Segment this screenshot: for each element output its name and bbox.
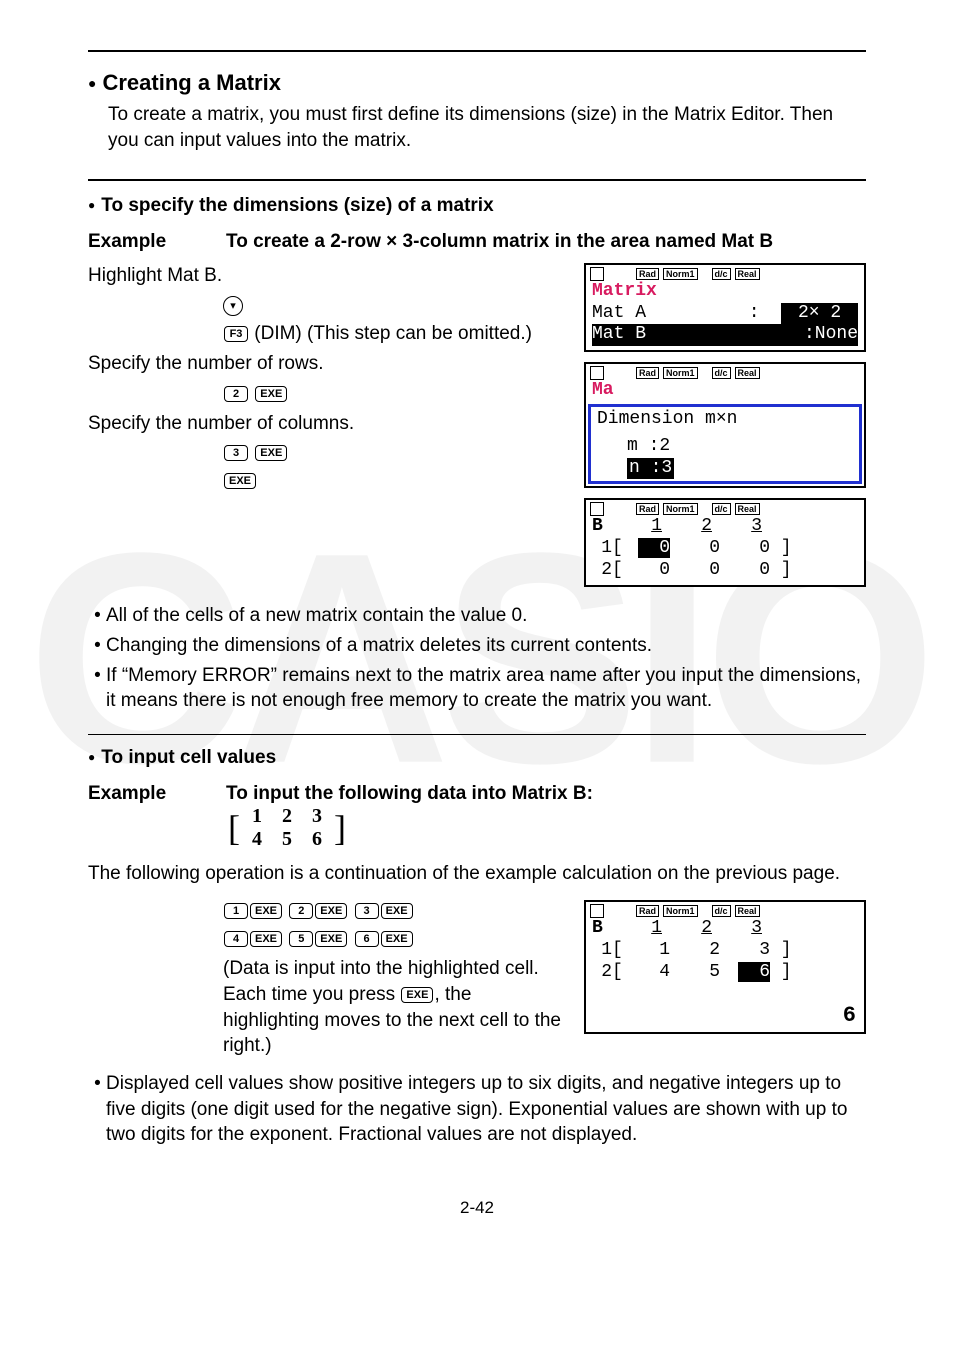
calc-screenshot-2: RadNorm1 d/cReal Ma Dimension m×n m :2 n… xyxy=(584,362,866,488)
calc1-matb: Mat B xyxy=(592,324,646,346)
calc-screenshot-3: RadNorm1 d/cReal B 1 2 3 1 [ 0 xyxy=(584,498,866,587)
key-exe: EXE xyxy=(255,445,287,461)
example2-label: Example xyxy=(88,783,198,851)
battery-icon xyxy=(590,267,604,281)
continuation-note: The following operation is a continuatio… xyxy=(88,861,866,887)
calc-screenshot-1: Rad Norm1 d/c Real Matrix Mat A : 2× 2 Mat… xyxy=(584,263,866,352)
top-rule xyxy=(88,50,866,52)
calc1-title: Matrix xyxy=(592,281,858,303)
cursor-down-key: ▾ xyxy=(223,296,243,316)
key-1: 1 xyxy=(224,903,248,919)
key-4: 4 xyxy=(224,931,248,947)
page-number: 2-42 xyxy=(88,1198,866,1218)
status-real: Real xyxy=(735,268,760,280)
notes-list-1: All of the cells of a new matrix contain… xyxy=(88,603,866,714)
separator-1 xyxy=(88,179,866,181)
status-norm: Norm1 xyxy=(663,268,698,280)
separator-2 xyxy=(88,734,866,735)
key-exe: EXE xyxy=(224,473,256,489)
input-note: (Data is input into the highlighted cell… xyxy=(223,956,570,1059)
note-3: If “Memory ERROR” remains next to the ma… xyxy=(106,663,866,714)
key-2: 2 xyxy=(289,903,313,919)
step-rows: Specify the number of rows. xyxy=(88,351,570,377)
calc2-n: n :3 xyxy=(627,458,674,480)
key-exe: EXE xyxy=(315,931,347,947)
key-exe: EXE xyxy=(381,903,413,919)
calc2-dlg-title: Dimension m×n xyxy=(597,409,853,431)
section-title: Creating a Matrix xyxy=(88,70,866,96)
calc2-m: m :2 xyxy=(597,436,853,458)
key-2: 2 xyxy=(224,386,248,402)
example1-text: To create a 2-row × 3-column matrix in t… xyxy=(226,231,866,253)
calc-screenshot-4: RadNorm1 d/cReal B 1 2 3 1[ 1 2 xyxy=(584,900,866,1034)
calc1-mata: Mat A xyxy=(592,303,646,325)
status-dc: d/c xyxy=(712,268,731,280)
example2-text: To input the following data into Matrix … xyxy=(226,783,866,805)
step-highlight: Highlight Mat B. xyxy=(88,263,570,289)
key-exe: EXE xyxy=(381,931,413,947)
battery-icon xyxy=(590,502,604,516)
battery-icon xyxy=(590,366,604,380)
key-5: 5 xyxy=(289,931,313,947)
note-1: All of the cells of a new matrix contain… xyxy=(106,603,866,629)
notes-list-2: Displayed cell values show positive inte… xyxy=(88,1071,866,1148)
calc1-matb-val: :None xyxy=(804,324,858,346)
example1-label: Example xyxy=(88,231,198,253)
key-exe: EXE xyxy=(315,903,347,919)
example2-matrix: [ 123 456 ] xyxy=(226,805,348,851)
battery-icon xyxy=(590,904,604,918)
sub2-title: To input cell values xyxy=(88,747,866,769)
dim-note: (DIM) (This step can be omitted.) xyxy=(254,323,532,344)
key-exe: EXE xyxy=(250,931,282,947)
step-cols: Specify the number of columns. xyxy=(88,411,570,437)
key-3: 3 xyxy=(224,445,248,461)
section-intro: To create a matrix, you must first defin… xyxy=(108,102,866,153)
f3-key: F3 xyxy=(224,326,248,342)
note-4: Displayed cell values show positive inte… xyxy=(106,1071,866,1148)
key-exe: EXE xyxy=(250,903,282,919)
key-6: 6 xyxy=(355,931,379,947)
calc4-name: B xyxy=(592,918,612,940)
calc4-value: 6 xyxy=(843,1003,856,1028)
note-2: Changing the dimensions of a matrix dele… xyxy=(106,633,866,659)
sub1-title: To specify the dimensions (size) of a ma… xyxy=(88,195,866,217)
status-rad: Rad xyxy=(636,268,659,280)
calc1-mata-dim: : 2× 2 xyxy=(749,303,858,325)
calc3-name: B xyxy=(592,516,612,538)
key-exe: EXE xyxy=(255,386,287,402)
key-3: 3 xyxy=(355,903,379,919)
